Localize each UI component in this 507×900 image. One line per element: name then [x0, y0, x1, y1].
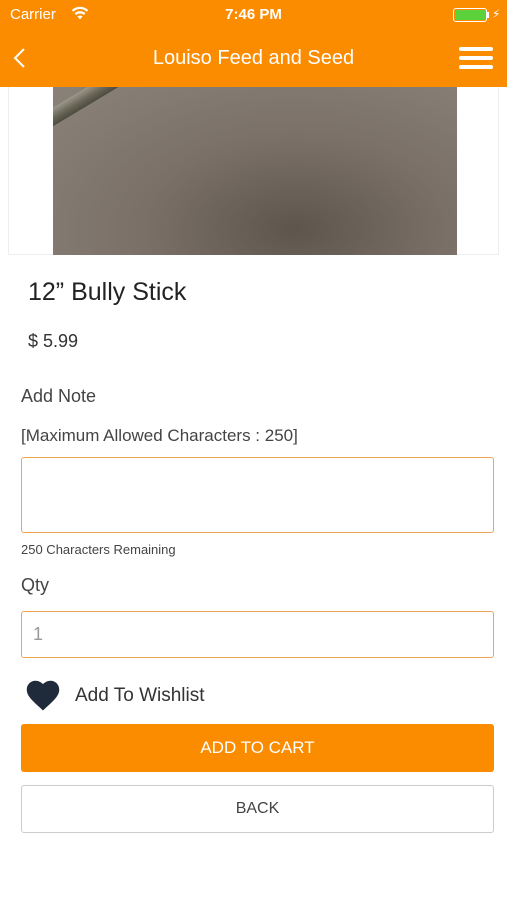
status-bar: Carrier 7:46 PM ⚡ — [0, 0, 507, 30]
battery-icon — [453, 8, 487, 22]
add-note-label: Add Note — [21, 386, 97, 406]
add-to-wishlist[interactable]: Add To Wishlist — [21, 676, 271, 716]
product-image-frame — [8, 87, 499, 255]
battery-cap — [487, 12, 489, 18]
nav-title: Louiso Feed and Seed — [152, 47, 355, 69]
note-character-limit: [Maximum Allowed Characters : 250] — [21, 426, 298, 445]
back-button[interactable]: BACK — [21, 785, 494, 833]
qty-input[interactable]: 1 — [21, 611, 494, 658]
navigation-bar: Louiso Feed and Seed — [0, 30, 507, 87]
bully-stick-shape — [53, 87, 250, 142]
qty-label: Qty — [21, 575, 50, 595]
heart-icon — [24, 678, 62, 717]
product-image — [53, 87, 457, 255]
characters-remaining: 250 Characters Remaining — [21, 542, 176, 557]
add-to-cart-button[interactable]: ADD TO CART — [21, 724, 494, 772]
hamburger-menu-icon[interactable] — [459, 47, 493, 71]
wishlist-label: Add To Wishlist — [75, 685, 205, 706]
status-time: 7:46 PM — [225, 6, 282, 23]
product-price: $ 5.99 — [28, 331, 79, 351]
note-textarea[interactable] — [21, 457, 494, 533]
product-name: 12” Bully Stick — [28, 278, 187, 306]
charging-bolt-icon: ⚡ — [492, 7, 501, 21]
